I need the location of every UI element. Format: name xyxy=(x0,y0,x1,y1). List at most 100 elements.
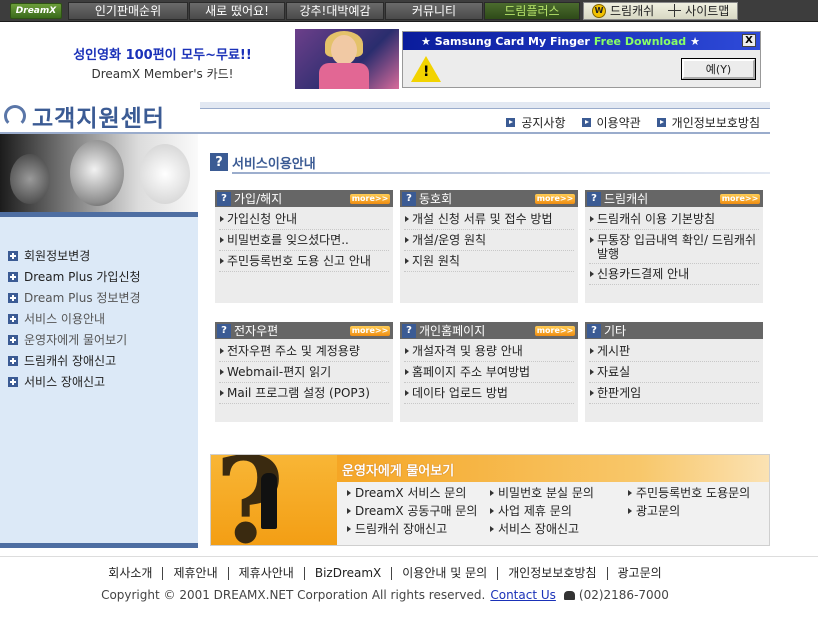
list-item[interactable]: 전자우편 주소 및 계정용량 xyxy=(219,341,389,362)
list-item[interactable]: 개설/운영 원칙 xyxy=(404,230,574,251)
footer-link-company[interactable]: 회사소개 xyxy=(98,567,164,580)
operator-link[interactable]: 서비스 장애신고 xyxy=(490,520,628,538)
list-item[interactable]: 데이타 업로드 방법 xyxy=(404,383,574,404)
photo-face-center xyxy=(70,140,124,206)
sidebar-item-cash-report[interactable]: 드림캐쉬 장애신고 xyxy=(0,350,198,371)
list-item[interactable]: 자료실 xyxy=(589,362,759,383)
sidebar-item-label: Dream Plus 가입신청 xyxy=(24,270,141,284)
nav-dream-plus[interactable]: 드림플러스 xyxy=(484,1,580,20)
banner-title-bar: ★ Samsung Card My Finger Free Download ★… xyxy=(403,32,760,50)
list-item[interactable]: 지원 원칙 xyxy=(404,251,574,272)
operator-link[interactable]: 비밀번호 분실 문의 xyxy=(490,484,628,502)
dreamx-logo[interactable]: DreamX xyxy=(10,2,62,19)
sidebar-item-dream-plus-edit[interactable]: Dream Plus 정보변경 xyxy=(0,287,198,308)
link-notices[interactable]: 공지사항 xyxy=(506,114,566,131)
list-item[interactable]: 게시판 xyxy=(589,341,759,362)
operator-link[interactable]: DreamX 서비스 문의 xyxy=(347,484,490,502)
nav-sitemap[interactable]: 사이트맵 xyxy=(685,2,729,19)
nav-dream-cash[interactable]: 드림캐쉬 xyxy=(610,2,654,19)
sidebar-item-service-guide[interactable]: 서비스 이용안내 xyxy=(0,308,198,329)
warning-mark: ! xyxy=(423,64,430,80)
list-item[interactable]: Mail 프로그램 설정 (POP3) xyxy=(219,383,389,404)
sidebar-item-service-report[interactable]: 서비스 장애신고 xyxy=(0,371,198,392)
phone-number: (02)2186-7000 xyxy=(563,588,669,602)
plus-icon xyxy=(8,271,18,282)
footer-links: 회사소개 제휴안내 제휴사안내 BizDreamX 이용안내 및 문의 개인정보… xyxy=(0,567,770,580)
plus-icon xyxy=(8,334,18,345)
category-header: ? 기타 xyxy=(585,322,763,339)
nav-popular-ranking[interactable]: 인기판매순위 xyxy=(68,1,188,20)
compass-icon xyxy=(668,4,682,17)
promo-line-1[interactable]: 성인영화 100편이 모두~무료!! xyxy=(40,44,285,63)
sidebar-item-member-info[interactable]: 회원정보변경 xyxy=(0,245,198,266)
operator-link[interactable]: 주민등록번호 도용문의 xyxy=(628,484,767,502)
question-man-image: ? xyxy=(211,455,337,545)
list-item[interactable]: 홈페이지 주소 부여방법 xyxy=(404,362,574,383)
plus-icon xyxy=(8,313,18,324)
sidebar-item-label: 드림캐쉬 장애신고 xyxy=(24,354,117,368)
plus-icon xyxy=(8,376,18,387)
footer-link-partnership[interactable]: 제휴안내 xyxy=(163,567,229,580)
operator-link[interactable]: 드림캐쉬 장애신고 xyxy=(347,520,490,538)
top-nav: DreamX 인기판매순위 새로 떴어요! 강추!대박예감 커뮤니티 드림플러스… xyxy=(0,0,818,22)
footer: 회사소개 제휴안내 제휴사안내 BizDreamX 이용안내 및 문의 개인정보… xyxy=(0,556,818,602)
contact-us-link[interactable]: Contact Us xyxy=(490,588,556,602)
won-coin-icon: W xyxy=(592,3,606,18)
promo-line-2[interactable]: DreamX Member's 카드! xyxy=(40,65,285,82)
category-header: ? 개인홈페이지 more>> xyxy=(400,322,578,339)
footer-link-bizdreamx[interactable]: BizDreamX xyxy=(305,567,393,580)
link-terms[interactable]: 이용약관 xyxy=(581,114,641,131)
copyright-line: Copyright © 2001 DREAMX.NET Corporation … xyxy=(0,588,770,602)
nav-community[interactable]: 커뮤니티 xyxy=(385,1,483,20)
more-button[interactable]: more>> xyxy=(535,325,575,336)
nav-hot-picks[interactable]: 강추!대박예감 xyxy=(286,1,384,20)
category-header: ? 동호회 more>> xyxy=(400,190,578,207)
link-terms-label: 이용약관 xyxy=(596,116,641,130)
footer-link-partners[interactable]: 제휴사안내 xyxy=(229,567,305,580)
more-button[interactable]: more>> xyxy=(720,193,760,204)
arrow-square-icon xyxy=(506,118,516,127)
sidebar-item-dream-plus-join[interactable]: Dream Plus 가입신청 xyxy=(0,266,198,287)
operator-link[interactable]: 사업 제휴 문의 xyxy=(490,502,628,520)
category-header: ? 드림캐쉬 more>> xyxy=(585,190,763,207)
model-face xyxy=(331,35,357,65)
list-item[interactable]: 무통장 입금내역 확인/ 드림캐쉬 발행 xyxy=(589,230,759,264)
list-item[interactable]: 드림캐쉬 이용 기본방침 xyxy=(589,209,759,230)
close-icon[interactable]: X xyxy=(742,34,756,47)
list-item[interactable]: Webmail-편지 읽기 xyxy=(219,362,389,383)
operator-link[interactable]: 광고문의 xyxy=(628,502,767,520)
list-item[interactable]: 비밀번호를 잊으셨다면.. xyxy=(219,230,389,251)
warning-icon: ! xyxy=(411,56,441,82)
list-item[interactable]: 개설 신청 서류 및 접수 방법 xyxy=(404,209,574,230)
list-item[interactable]: 한판게임 xyxy=(589,383,759,404)
banner-yes-button[interactable]: 예(Y) xyxy=(681,58,756,80)
list-item[interactable]: 개설자격 및 용량 안내 xyxy=(404,341,574,362)
model-body xyxy=(319,63,369,89)
header-stripe-line xyxy=(200,108,770,109)
category-header: ? 가입/해지 more>> xyxy=(215,190,393,207)
category-title: 동호회 xyxy=(419,192,453,206)
sidebar-item-ask-operator[interactable]: 운영자에게 물어보기 xyxy=(0,329,198,350)
more-button[interactable]: more>> xyxy=(350,325,390,336)
list-item[interactable]: 주민등록번호 도용 신고 안내 xyxy=(219,251,389,272)
samsung-card-banner[interactable]: ★ Samsung Card My Finger Free Download ★… xyxy=(402,31,761,88)
question-icon: ? xyxy=(587,323,601,338)
nav-new-arrivals[interactable]: 새로 떴어요! xyxy=(189,1,285,20)
footer-link-help[interactable]: 이용안내 및 문의 xyxy=(392,567,499,580)
support-center-header: 고객지원센터 공지사항 이용약관 개인정보보호방침 xyxy=(0,100,770,134)
more-button[interactable]: more>> xyxy=(350,193,390,204)
arrow-square-icon xyxy=(656,118,666,127)
sidebar-item-label: 서비스 장애신고 xyxy=(24,375,106,389)
list-item[interactable]: 신용카드결제 안내 xyxy=(589,264,759,285)
promo-model-image[interactable] xyxy=(295,29,399,89)
footer-link-privacy[interactable]: 개인정보보호방침 xyxy=(498,567,608,580)
more-button[interactable]: more>> xyxy=(535,193,575,204)
footer-link-ads[interactable]: 광고문의 xyxy=(608,567,672,580)
link-privacy[interactable]: 개인정보보호방침 xyxy=(656,114,760,131)
question-icon: ? xyxy=(210,153,228,171)
section-title: ? 서비스이용안내 xyxy=(210,150,770,174)
operator-link[interactable]: DreamX 공동구매 문의 xyxy=(347,502,490,520)
category-list: 전자우편 주소 및 계정용량 Webmail-편지 읽기 Mail 프로그램 설… xyxy=(215,339,393,404)
promo-text[interactable]: 성인영화 100편이 모두~무료!! DreamX Member's 카드! xyxy=(40,44,285,82)
list-item[interactable]: 가입신청 안내 xyxy=(219,209,389,230)
